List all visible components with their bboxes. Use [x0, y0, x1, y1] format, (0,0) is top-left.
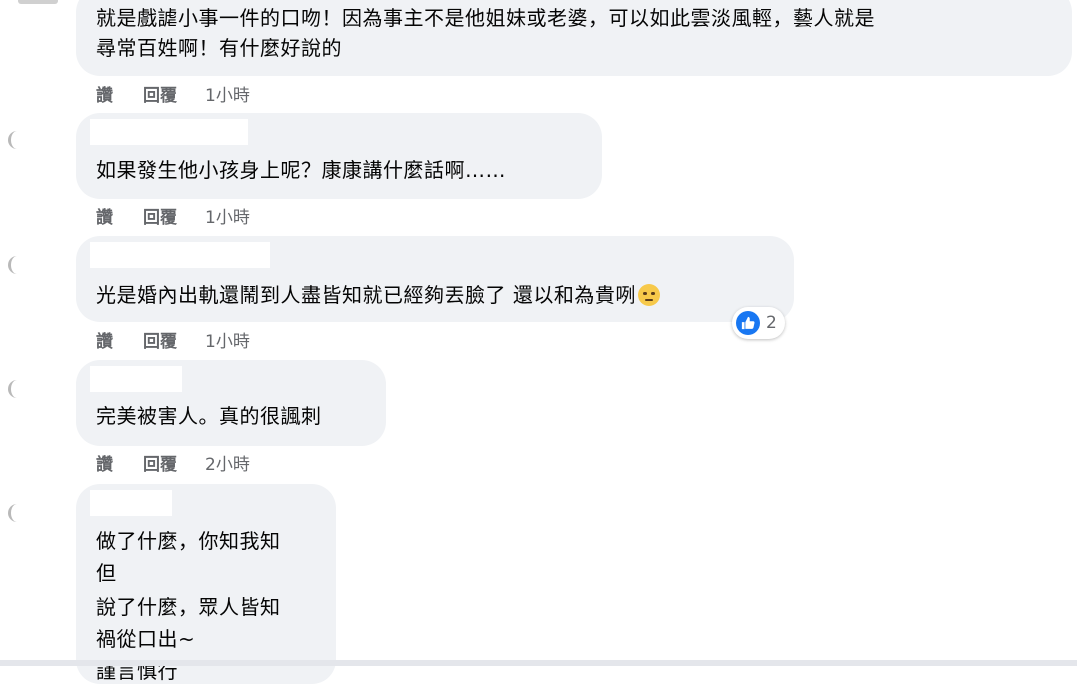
comment-actions: 讚 回覆 2小時 — [96, 450, 280, 475]
comment-text-line: 就是戲謔小事一件的口吻！因為事主不是他姐妹或老婆，可以如此雲淡風輕，藝人就是 — [96, 6, 875, 30]
bottom-scroll-edge — [0, 660, 1077, 666]
reply-action[interactable]: 回覆 — [143, 81, 177, 106]
comment-time[interactable]: 1小時 — [205, 327, 250, 352]
like-action[interactable]: 讚 — [96, 327, 113, 352]
like-icon — [736, 311, 760, 335]
avatar[interactable] — [8, 256, 19, 274]
comment-text-line: 做了什麼，你知我知 — [96, 529, 281, 553]
comment-bubble: 如果發生他小孩身上呢？康康講什麼話啊…… — [76, 113, 602, 199]
comment-bubble: 完美被害人。真的很諷刺 — [76, 360, 386, 446]
avatar[interactable] — [8, 504, 19, 522]
comment-actions: 讚 回覆 1小時 — [96, 327, 280, 352]
like-action[interactable]: 讚 — [96, 450, 113, 475]
avatar[interactable] — [8, 380, 19, 398]
like-action[interactable]: 讚 — [96, 81, 113, 106]
redacted-author-name — [90, 490, 172, 516]
redacted-author-name — [90, 119, 248, 145]
redacted-author-name — [90, 242, 270, 268]
reply-action[interactable]: 回覆 — [143, 203, 177, 228]
comment-text-line: 說了什麼，眾人皆知 — [96, 595, 281, 619]
like-action[interactable]: 讚 — [96, 203, 113, 228]
avatar[interactable] — [8, 131, 19, 149]
comment-text-line: 光是婚內出軌還鬧到人盡皆知就已經夠丟臉了 還以和為貴咧 — [96, 280, 660, 310]
comment-text-line: 禍從口出~ — [96, 627, 196, 651]
reply-action[interactable]: 回覆 — [143, 327, 177, 352]
comment-actions: 讚 回覆 1小時 — [96, 81, 280, 106]
comment-bubble: 光是婚內出軌還鬧到人盡皆知就已經夠丟臉了 還以和為貴咧 — [76, 236, 794, 322]
comment-time[interactable]: 2小時 — [205, 450, 250, 475]
comment-text-line: 如果發生他小孩身上呢？康康講什麼話啊…… — [96, 158, 506, 182]
top-avatar-fragment — [18, 0, 58, 4]
reaction-count: 2 — [766, 313, 777, 333]
comment-time[interactable]: 1小時 — [205, 81, 250, 106]
comment-text-line: 尋常百姓啊！有什麼好說的 — [96, 36, 342, 60]
comment-time[interactable]: 1小時 — [205, 203, 250, 228]
redacted-author-name — [90, 366, 182, 392]
comment-text-line: 完美被害人。真的很諷刺 — [96, 404, 322, 428]
reaction-summary[interactable]: 2 — [732, 307, 785, 339]
comment-text: 光是婚內出軌還鬧到人盡皆知就已經夠丟臉了 還以和為貴咧 — [96, 283, 636, 307]
comment-actions: 讚 回覆 1小時 — [96, 203, 280, 228]
comment-text-line: 但 — [96, 561, 117, 585]
comment-bubble: 就是戲謔小事一件的口吻！因為事主不是他姐妹或老婆，可以如此雲淡風輕，藝人就是 尋… — [76, 0, 1072, 76]
comment-bubble: 做了什麼，你知我知 但 說了什麼，眾人皆知 禍從口出~ 謹言慎行 — [76, 484, 336, 684]
reply-action[interactable]: 回覆 — [143, 450, 177, 475]
rolling-eyes-face-icon — [637, 284, 660, 306]
